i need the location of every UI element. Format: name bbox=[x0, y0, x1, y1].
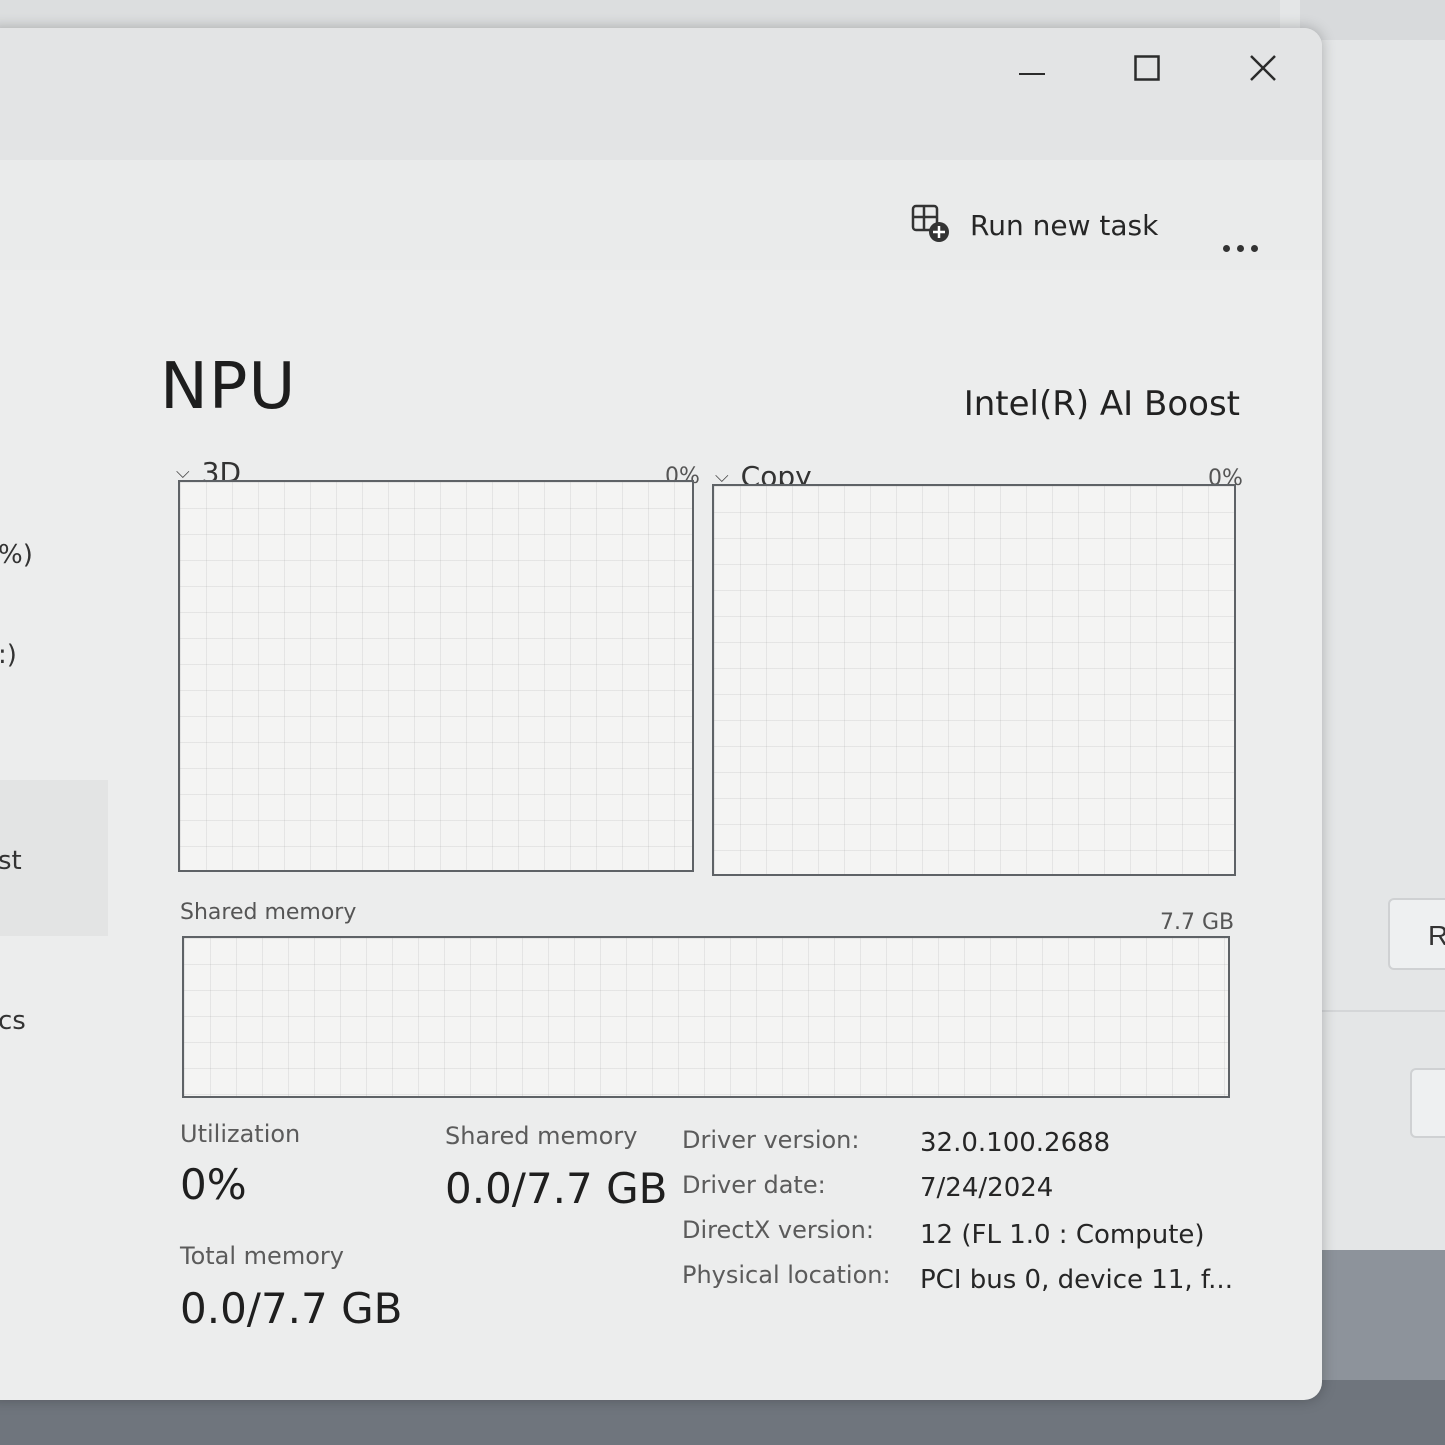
close-icon bbox=[1249, 54, 1277, 86]
device-name: Intel(R) AI Boost bbox=[963, 384, 1240, 424]
shared-memory-graph-max: 7.7 GB bbox=[1160, 910, 1235, 935]
more-options-icon bbox=[1222, 244, 1230, 252]
close-button[interactable] bbox=[1233, 50, 1293, 90]
more-options-button[interactable] bbox=[1212, 228, 1268, 268]
physical-location-label: Physical location: bbox=[682, 1261, 891, 1289]
run-new-task-button[interactable]: Run new task bbox=[910, 200, 1158, 250]
shared-memory-graph-label: Shared memory bbox=[180, 900, 357, 925]
task-manager-window: Run new task %) :) st cs NPU Intel(R) AI… bbox=[0, 28, 1322, 1400]
sidebar-item-fragment[interactable]: :) bbox=[0, 640, 17, 670]
total-memory-value: 0.0/7.7 GB bbox=[180, 1284, 403, 1333]
shared-memory-graph bbox=[182, 936, 1230, 1098]
sidebar-item-fragment[interactable]: cs bbox=[0, 1006, 26, 1036]
sidebar-item-fragment[interactable]: %) bbox=[0, 540, 33, 570]
utilization-label: Utilization bbox=[180, 1120, 301, 1148]
background-button-2[interactable] bbox=[1410, 1068, 1445, 1138]
engine-graph-2 bbox=[712, 484, 1236, 876]
total-memory-label: Total memory bbox=[180, 1242, 344, 1270]
shared-memory-label: Shared memory bbox=[445, 1122, 638, 1150]
shared-memory-value: 0.0/7.7 GB bbox=[445, 1164, 668, 1213]
minimize-icon bbox=[1019, 61, 1045, 80]
driver-version-value: 32.0.100.2688 bbox=[920, 1128, 1111, 1158]
engine-graph-1 bbox=[178, 480, 694, 872]
background-button[interactable]: R bbox=[1388, 898, 1445, 970]
page-title: NPU bbox=[160, 350, 297, 424]
driver-version-label: Driver version: bbox=[682, 1126, 860, 1154]
maximize-icon bbox=[1134, 55, 1160, 85]
maximize-button[interactable] bbox=[1117, 50, 1177, 90]
background-top-strip bbox=[0, 0, 1445, 30]
utilization-value: 0% bbox=[180, 1160, 247, 1209]
run-new-task-label: Run new task bbox=[970, 208, 1159, 242]
sidebar-item-fragment[interactable]: st bbox=[0, 846, 22, 876]
minimize-button[interactable] bbox=[1002, 50, 1062, 90]
physical-location-value: PCI bus 0, device 11, f... bbox=[920, 1265, 1233, 1295]
driver-date-label: Driver date: bbox=[682, 1171, 826, 1199]
background-button-label: R bbox=[1428, 920, 1445, 951]
directx-version-label: DirectX version: bbox=[682, 1216, 874, 1244]
run-task-icon bbox=[910, 203, 950, 247]
directx-version-value: 12 (FL 1.0 : Compute) bbox=[920, 1220, 1205, 1250]
driver-date-value: 7/24/2024 bbox=[920, 1173, 1054, 1203]
title-bar bbox=[0, 28, 1322, 160]
